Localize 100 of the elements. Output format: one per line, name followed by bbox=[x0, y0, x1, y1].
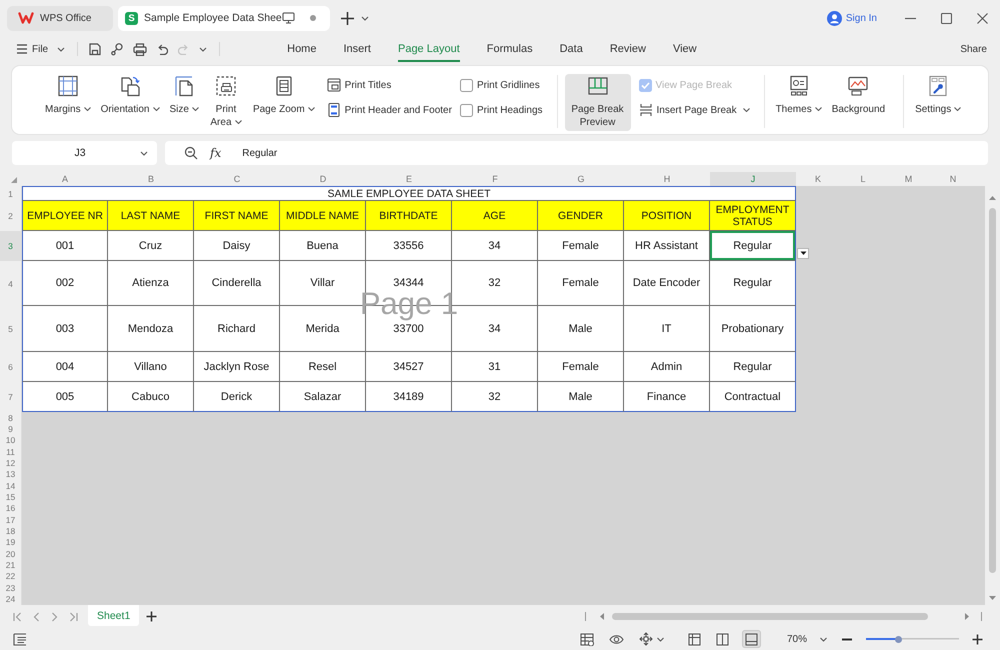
table-cell[interactable]: 34 bbox=[452, 231, 538, 261]
column-header[interactable]: E bbox=[366, 172, 452, 186]
header-cell[interactable]: MIDDLE NAME bbox=[280, 201, 366, 231]
row-header[interactable]: 22 bbox=[0, 570, 22, 582]
row-header[interactable]: 12 bbox=[0, 457, 22, 469]
row-header[interactable]: 18 bbox=[0, 525, 22, 537]
document-tab[interactable]: S Sample Employee Data Shee bbox=[118, 6, 330, 30]
row-header[interactable]: 21 bbox=[0, 559, 22, 571]
row-header[interactable]: 13 bbox=[0, 468, 22, 480]
table-cell[interactable]: 002 bbox=[22, 261, 108, 306]
column-header[interactable]: B bbox=[108, 172, 194, 186]
table-cell[interactable]: Admin bbox=[624, 352, 710, 382]
checkbox-label[interactable]: Print Gridlines bbox=[476, 80, 540, 90]
ribbon-button[interactable]: Page Break Preview bbox=[564, 74, 631, 131]
table-cell[interactable]: Cruz bbox=[108, 231, 194, 261]
table-cell[interactable]: Probationary bbox=[710, 306, 796, 352]
cell-dropdown-button[interactable] bbox=[797, 248, 809, 259]
row-header[interactable]: 20 bbox=[0, 548, 22, 560]
file-menu-button[interactable]: File bbox=[17, 44, 66, 54]
table-cell[interactable]: 005 bbox=[22, 382, 108, 412]
table-cell[interactable]: Mendoza bbox=[108, 306, 194, 352]
row-header[interactable]: 9 bbox=[0, 423, 22, 435]
share-button[interactable]: Share bbox=[960, 44, 987, 54]
row-header[interactable]: 24 bbox=[0, 594, 22, 605]
table-cell[interactable]: Female bbox=[538, 261, 624, 306]
scroll-up-icon[interactable] bbox=[989, 196, 996, 200]
save-icon[interactable] bbox=[89, 42, 102, 56]
list-icon[interactable] bbox=[13, 632, 27, 646]
chevron-icon[interactable] bbox=[361, 16, 369, 20]
table-cell[interactable]: Female bbox=[538, 231, 624, 261]
name-box[interactable]: J3 bbox=[12, 141, 157, 165]
ribbon-button[interactable]: Print Titles bbox=[326, 75, 452, 95]
table-cell[interactable]: Resel bbox=[280, 352, 366, 382]
column-header[interactable]: N bbox=[931, 172, 975, 186]
table-cell[interactable]: 003 bbox=[22, 306, 108, 352]
ribbon-button[interactable]: Themes bbox=[772, 74, 826, 131]
scroll-thumb[interactable] bbox=[989, 208, 996, 573]
view-button[interactable] bbox=[742, 630, 761, 648]
table-cell[interactable]: Daisy bbox=[194, 231, 280, 261]
table-cell[interactable]: Contractual bbox=[710, 382, 796, 412]
eye-icon[interactable] bbox=[608, 634, 624, 644]
table-cell[interactable]: Cabuco bbox=[108, 382, 194, 412]
formula-field[interactable]: Regular bbox=[242, 141, 988, 165]
row-header[interactable]: 19 bbox=[0, 536, 22, 548]
table-cell[interactable]: 31 bbox=[452, 352, 538, 382]
table-cell[interactable]: 34189 bbox=[366, 382, 452, 412]
magnifier-icon[interactable] bbox=[184, 146, 198, 160]
table-cell[interactable]: Regular bbox=[710, 231, 796, 261]
table-cell[interactable]: Derick bbox=[194, 382, 280, 412]
ribbon-button[interactable]: Margins bbox=[41, 74, 95, 131]
table-cell[interactable]: 001 bbox=[22, 231, 108, 261]
column-header[interactable]: K bbox=[796, 172, 840, 186]
table-cell[interactable]: Date Encoder bbox=[624, 261, 710, 306]
table-cell[interactable]: Female bbox=[538, 352, 624, 382]
row-header[interactable]: 16 bbox=[0, 502, 22, 514]
table-cell[interactable]: Jacklyn Rose bbox=[194, 352, 280, 382]
menu-tab[interactable]: Home bbox=[287, 36, 316, 62]
menu-tab[interactable]: Review bbox=[610, 36, 646, 62]
maximize-icon[interactable] bbox=[940, 12, 952, 24]
table-cell[interactable]: 004 bbox=[22, 352, 108, 382]
row-header[interactable]: 15 bbox=[0, 491, 22, 503]
link-icon[interactable] bbox=[111, 42, 124, 56]
ribbon-button[interactable]: Print Area bbox=[204, 74, 247, 131]
header-cell[interactable]: POSITION bbox=[624, 201, 710, 231]
table-cell[interactable]: Salazar bbox=[280, 382, 366, 412]
menu-tab[interactable]: Insert bbox=[343, 36, 371, 62]
table-cell[interactable]: HR Assistant bbox=[624, 231, 710, 261]
table-cell[interactable]: Finance bbox=[624, 382, 710, 412]
table-cell[interactable]: Male bbox=[538, 306, 624, 352]
ribbon-button[interactable]: Size bbox=[166, 74, 203, 131]
zoom-percent[interactable]: 70% bbox=[786, 634, 807, 644]
table-cell[interactable]: Atienza bbox=[108, 261, 194, 306]
row-header[interactable]: 23 bbox=[0, 582, 22, 594]
sheet-title-cell[interactable]: SAMLE EMPLOYEE DATA SHEET bbox=[22, 186, 796, 201]
table-cell[interactable]: 32 bbox=[452, 261, 538, 306]
column-header[interactable]: C bbox=[194, 172, 280, 186]
scroll-right-icon[interactable] bbox=[965, 613, 969, 620]
scroll-thumb[interactable] bbox=[612, 613, 928, 620]
scroll-down-icon[interactable] bbox=[989, 596, 996, 600]
header-cell[interactable]: BIRTHDATE bbox=[366, 201, 452, 231]
ribbon-button[interactable]: Background bbox=[828, 74, 890, 131]
row-header[interactable]: 17 bbox=[0, 514, 22, 526]
column-header[interactable]: H bbox=[624, 172, 710, 186]
column-header[interactable]: G bbox=[538, 172, 624, 186]
menu-tab[interactable]: Data bbox=[560, 36, 583, 62]
ribbon-button[interactable]: Page Zoom bbox=[248, 74, 319, 131]
insert-function-button[interactable]: fx bbox=[210, 146, 222, 160]
header-cell[interactable]: AGE bbox=[452, 201, 538, 231]
table-cell[interactable]: Regular bbox=[710, 261, 796, 306]
menu-tab[interactable]: Formulas bbox=[486, 36, 533, 62]
column-header[interactable]: L bbox=[840, 172, 886, 186]
checkbox[interactable] bbox=[460, 78, 473, 92]
print-icon[interactable] bbox=[133, 42, 148, 56]
row-header[interactable]: 10 bbox=[0, 434, 22, 446]
header-cell[interactable]: EMPLOYMENT STATUS bbox=[710, 201, 796, 231]
chevron-icon[interactable] bbox=[656, 636, 664, 642]
close-icon[interactable] bbox=[976, 12, 988, 24]
table-cell[interactable]: Regular bbox=[710, 352, 796, 382]
ribbon-button[interactable]: Insert Page Break bbox=[638, 100, 750, 120]
table-cell[interactable]: Richard bbox=[194, 306, 280, 352]
